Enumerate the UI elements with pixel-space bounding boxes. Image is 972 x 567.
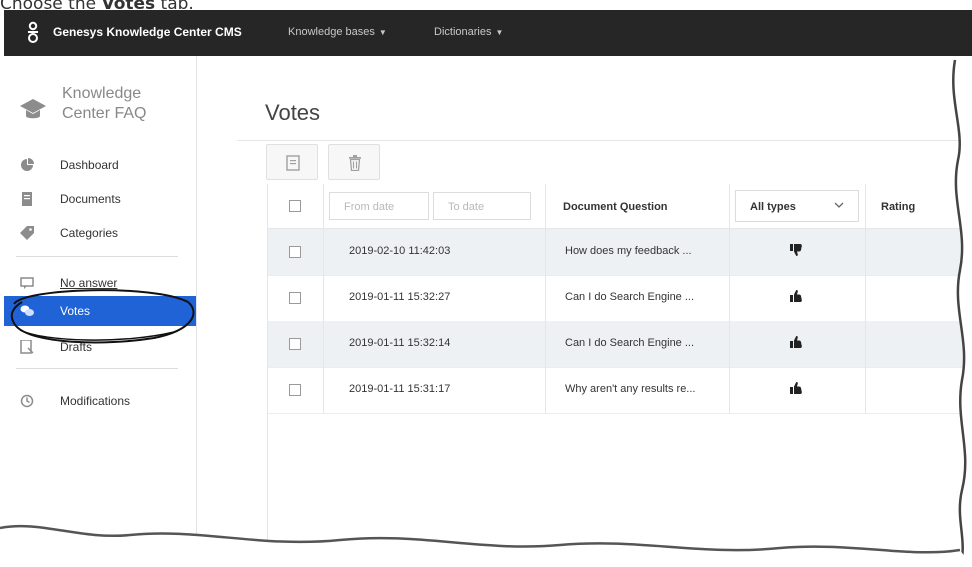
history-icon — [20, 394, 34, 408]
thumbs-up-icon — [790, 289, 802, 302]
thumbs-up-icon — [790, 381, 802, 394]
nav-dictionaries-label: Dictionaries — [434, 26, 492, 38]
thumbs-down-icon — [790, 244, 802, 257]
row-question[interactable]: Can I do Search Engine ... — [565, 337, 694, 349]
row-question[interactable]: Can I do Search Engine ... — [565, 291, 694, 303]
row-checkbox[interactable] — [289, 338, 301, 350]
row-checkbox[interactable] — [289, 246, 301, 258]
row-question[interactable]: Why aren't any results re... — [565, 383, 695, 395]
nav-dictionaries[interactable]: Dictionaries ▼ — [434, 26, 503, 38]
sidebar-item-label: Documents — [60, 192, 121, 206]
sidebar-item-label: Categories — [60, 226, 119, 240]
sidebar: Knowledge Center FAQ Dashboard Documents — [4, 56, 197, 567]
genesys-logo-icon[interactable] — [26, 21, 40, 45]
row-date: 2019-02-10 11:42:03 — [349, 245, 451, 257]
graduation-cap-icon — [20, 99, 46, 119]
vote-type-selected: All types — [750, 201, 796, 213]
sidebar-item-label: Dashboard — [60, 158, 119, 172]
caret-down-icon: ▼ — [378, 28, 387, 37]
column-divider — [545, 228, 546, 414]
sidebar-item-label: Modifications — [60, 394, 131, 408]
column-divider — [865, 228, 866, 414]
main-content: Votes From date To date Document Questio… — [197, 56, 972, 567]
sidebar-item-modifications[interactable]: Modifications — [4, 386, 196, 416]
sidebar-item-categories[interactable]: Categories — [4, 218, 196, 248]
table-left-border — [267, 184, 268, 567]
screenshot-frame: Genesys Knowledge Center CMS Knowledge b… — [4, 10, 972, 567]
from-date-input[interactable]: From date — [329, 192, 429, 220]
table-row[interactable]: 2019-01-11 15:32:27 Can I do Search Engi… — [267, 275, 972, 322]
select-all-checkbox[interactable] — [289, 200, 301, 212]
nav-knowledge-bases[interactable]: Knowledge bases ▼ — [288, 26, 387, 38]
kb-title-line2: Center FAQ — [62, 105, 147, 122]
column-divider — [545, 184, 546, 228]
sidebar-divider — [16, 368, 178, 369]
column-divider — [729, 184, 730, 228]
row-date: 2019-01-11 15:31:17 — [349, 383, 451, 395]
column-divider — [729, 228, 730, 414]
row-question[interactable]: How does my feedback ... — [565, 245, 692, 257]
nav-knowledge-bases-label: Knowledge bases — [288, 26, 375, 38]
sidebar-item-dashboard[interactable]: Dashboard — [4, 150, 196, 180]
sidebar-item-documents[interactable]: Documents — [4, 184, 196, 214]
knowledge-base-title: Knowledge Center FAQ — [62, 84, 146, 124]
export-icon — [286, 155, 300, 171]
chevron-down-icon — [834, 202, 844, 208]
row-date: 2019-01-11 15:32:27 — [349, 291, 451, 303]
row-checkbox[interactable] — [289, 384, 301, 396]
page-title: Votes — [265, 100, 321, 125]
export-button[interactable] — [266, 144, 318, 180]
row-checkbox[interactable] — [289, 292, 301, 304]
column-divider — [865, 184, 866, 228]
sidebar-divider — [16, 256, 178, 257]
highlight-ellipse-icon — [10, 289, 195, 344]
app-brand-title[interactable]: Genesys Knowledge Center CMS — [53, 25, 242, 39]
thumbs-up-icon — [790, 335, 802, 348]
tag-icon — [20, 226, 34, 240]
top-navigation-bar: Genesys Knowledge Center CMS Knowledge b… — [4, 10, 972, 56]
title-divider — [237, 140, 972, 141]
caret-down-icon: ▼ — [495, 28, 504, 37]
to-date-input[interactable]: To date — [433, 192, 531, 220]
kb-title-line1: Knowledge — [62, 85, 142, 102]
column-header-question[interactable]: Document Question — [563, 201, 668, 213]
to-date-placeholder: To date — [448, 201, 485, 213]
column-divider — [323, 228, 324, 414]
table-header: From date To date Document Question All … — [267, 184, 972, 229]
table-row[interactable]: 2019-01-11 15:32:14 Can I do Search Engi… — [267, 321, 972, 368]
document-icon — [22, 192, 32, 206]
delete-button[interactable] — [328, 144, 380, 180]
from-date-placeholder: From date — [344, 201, 395, 213]
column-divider — [323, 184, 324, 228]
table-row[interactable]: 2019-01-11 15:31:17 Why aren't any resul… — [267, 367, 972, 414]
vote-type-select[interactable]: All types — [735, 190, 859, 222]
row-date: 2019-01-11 15:32:14 — [349, 337, 451, 349]
pie-chart-icon — [21, 158, 34, 171]
table-row[interactable]: 2019-02-10 11:42:03 How does my feedback… — [267, 229, 972, 276]
trash-icon — [349, 155, 361, 171]
column-header-rating[interactable]: Rating — [881, 201, 915, 213]
